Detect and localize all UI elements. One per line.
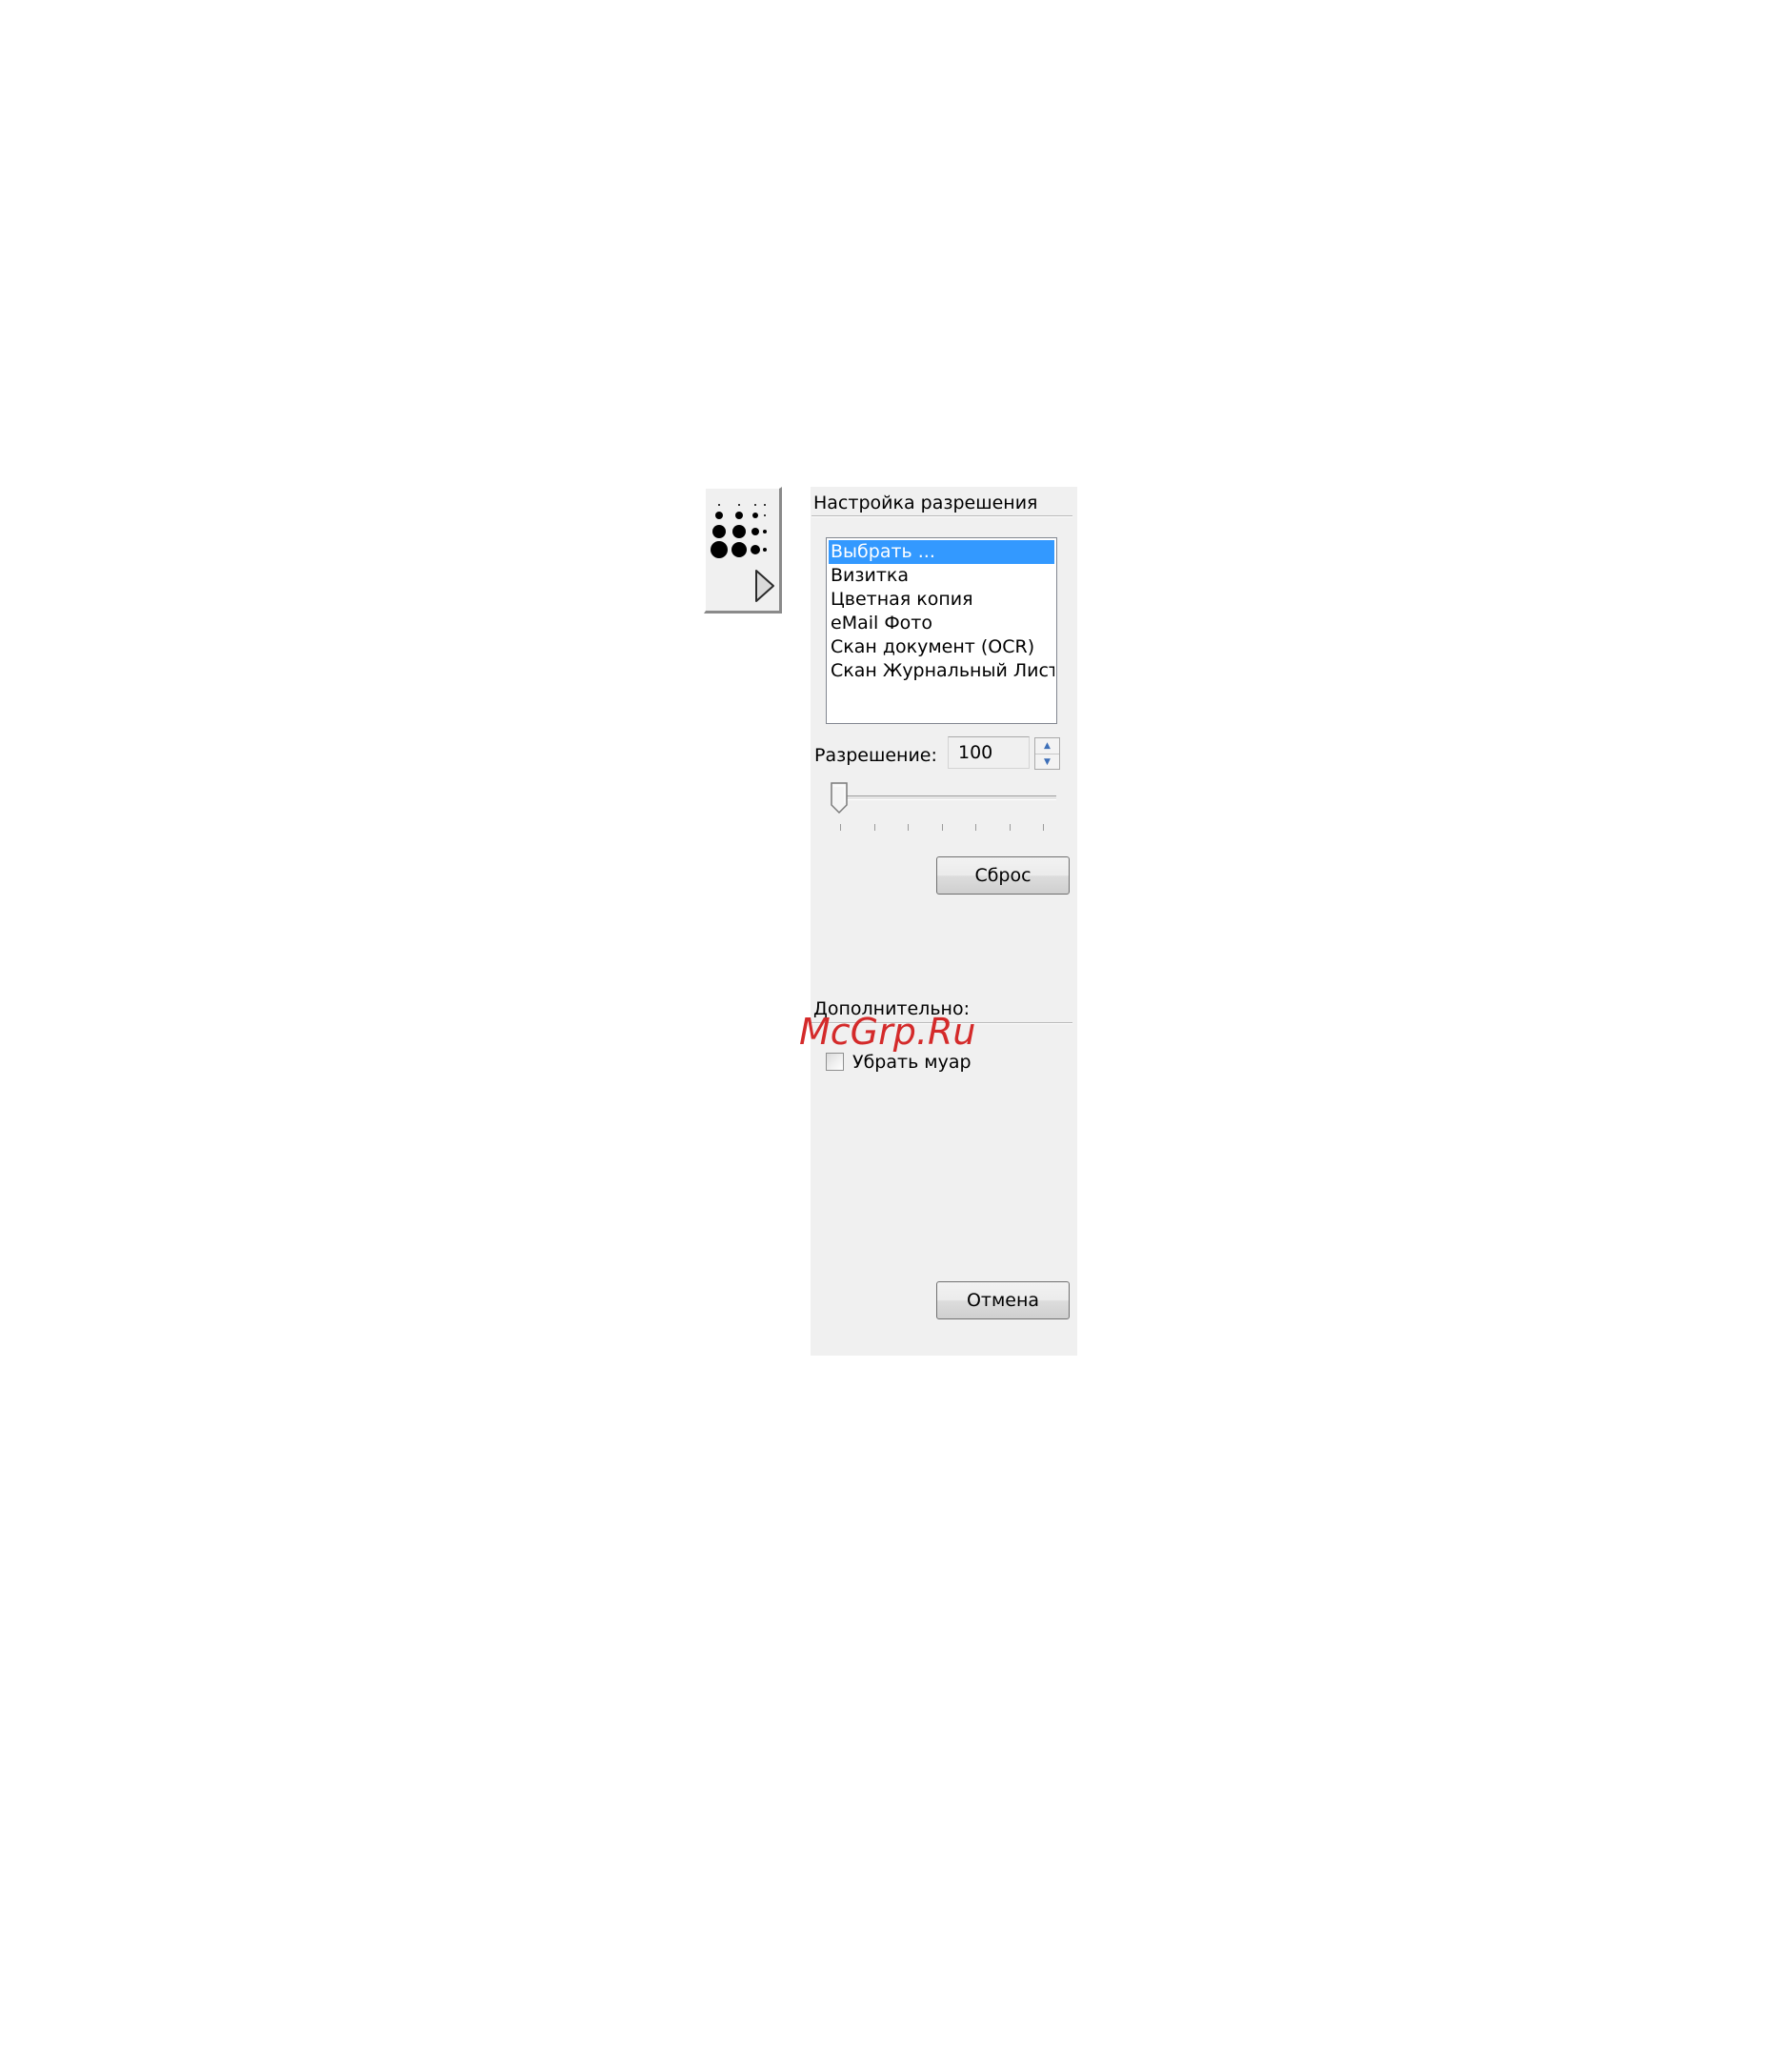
- resolution-input[interactable]: [948, 736, 1030, 769]
- resolution-settings-tab[interactable]: [704, 487, 782, 614]
- descreen-checkbox[interactable]: [826, 1053, 844, 1071]
- resolution-spinner: ▲ ▼: [1034, 737, 1060, 770]
- halftone-dots-icon: [711, 504, 774, 602]
- descreen-label[interactable]: Убрать муар: [852, 1052, 972, 1073]
- slider-tick: [908, 824, 909, 831]
- slider-tick: [1010, 824, 1011, 831]
- cancel-button[interactable]: Отмена: [936, 1281, 1070, 1319]
- reset-button[interactable]: Сброс: [936, 856, 1070, 895]
- slider-tick: [1043, 824, 1044, 831]
- preset-item[interactable]: Скан Журнальный Лист: [829, 659, 1054, 683]
- chevron-right-icon: [755, 570, 774, 602]
- slider-tick: [975, 824, 976, 831]
- preset-item[interactable]: Визитка: [829, 564, 1054, 588]
- resolution-settings-panel: Настройка разрешения Выбрать ... Визитка…: [811, 487, 1077, 1356]
- watermark-text: McGrp.Ru: [799, 1011, 976, 1053]
- resolution-slider-track[interactable]: [831, 795, 1056, 800]
- preset-item[interactable]: Скан документ (OCR): [829, 635, 1054, 659]
- preset-item[interactable]: Цветная копия: [829, 588, 1054, 612]
- spin-down-button[interactable]: ▼: [1035, 754, 1059, 770]
- preset-item[interactable]: Выбрать ...: [829, 540, 1054, 564]
- triangle-up-icon: ▲: [1044, 741, 1051, 751]
- resolution-label: Разрешение:: [814, 745, 937, 766]
- resolution-slider-thumb[interactable]: [830, 782, 849, 815]
- panel-title: Настройка разрешения: [813, 493, 1038, 513]
- triangle-down-icon: ▼: [1044, 757, 1051, 767]
- slider-tick: [874, 824, 875, 831]
- spin-up-button[interactable]: ▲: [1035, 738, 1059, 754]
- slider-tick: [942, 824, 943, 831]
- slider-tick: [840, 824, 841, 831]
- preset-item[interactable]: eMail Фото: [829, 612, 1054, 635]
- title-separator: [811, 515, 1072, 517]
- preset-list[interactable]: Выбрать ... Визитка Цветная копия eMail …: [826, 537, 1057, 724]
